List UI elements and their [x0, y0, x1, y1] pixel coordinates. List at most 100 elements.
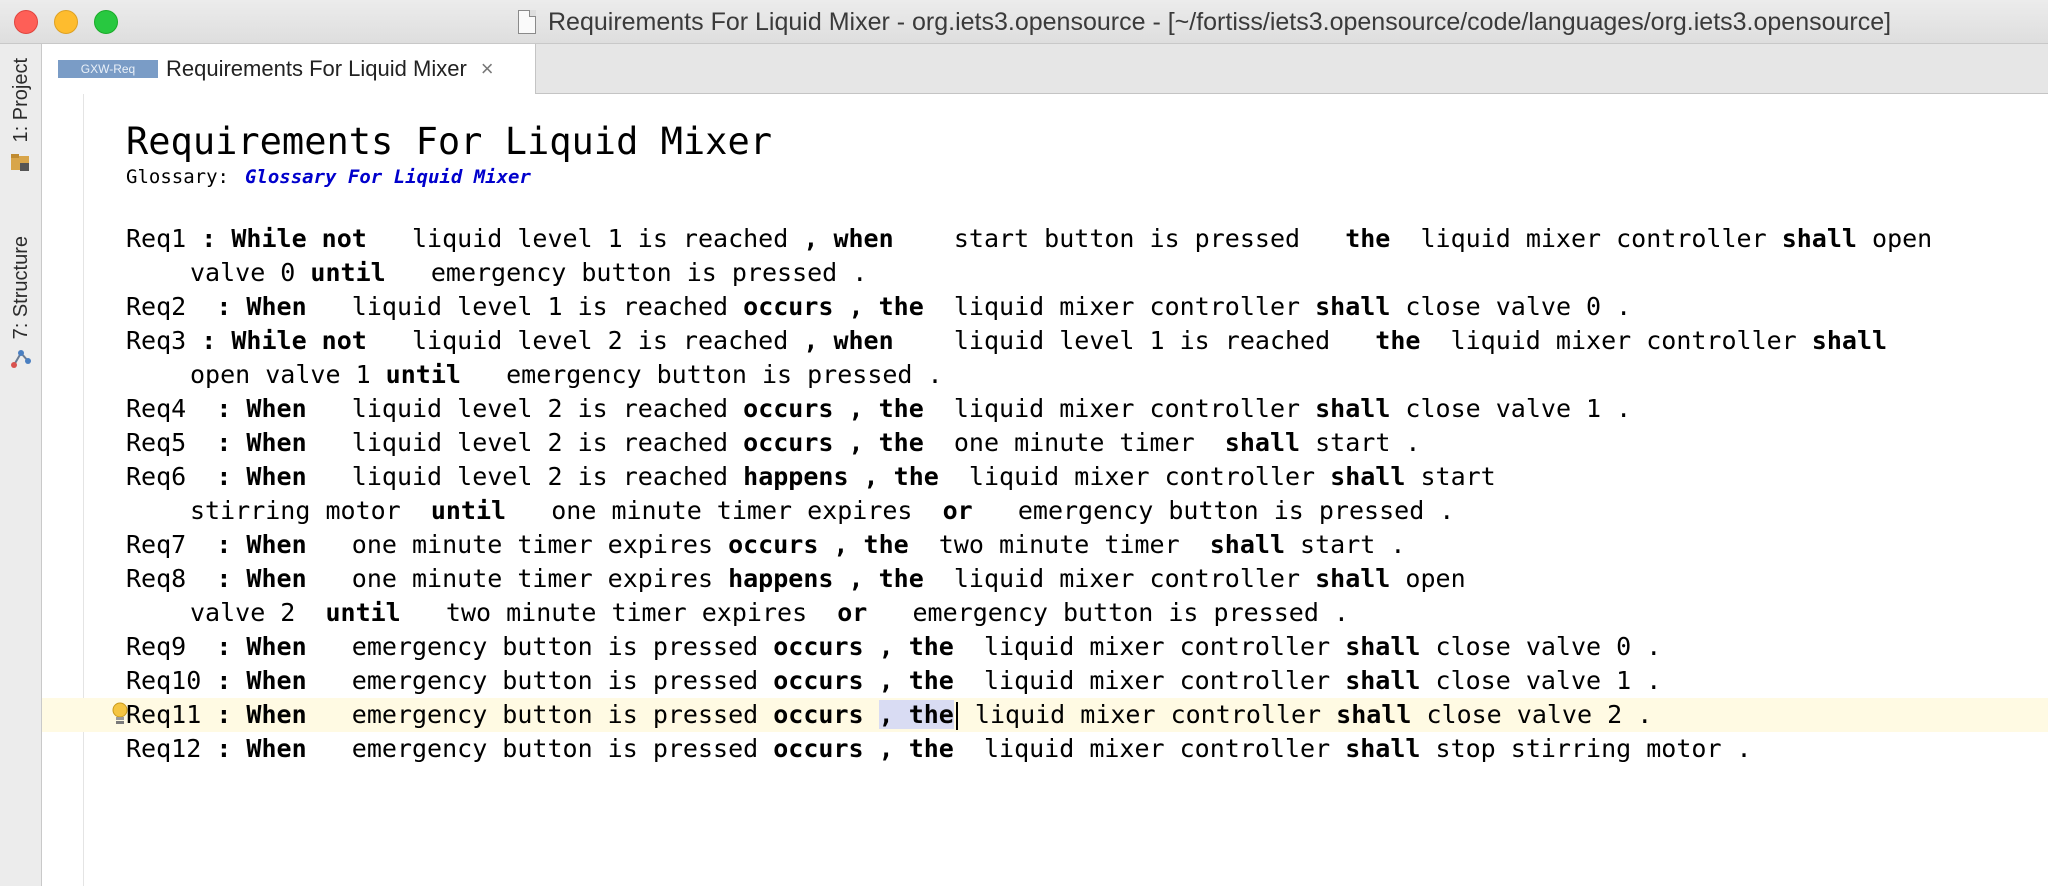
requirement-line[interactable]: Req3 : While not liquid level 2 is reach… — [42, 324, 2048, 358]
editor-area[interactable]: Requirements For Liquid Mixer Glossary: G… — [42, 94, 2048, 886]
keyword: shall — [1315, 292, 1391, 321]
condition-text[interactable]: emergency button is pressed . — [867, 598, 1349, 627]
editor-tab-requirements[interactable]: GXW-Req Requirements For Liquid Mixer × — [42, 44, 536, 94]
keyword: shall — [1209, 530, 1285, 559]
requirement-line[interactable]: Req4 : When liquid level 2 is reached oc… — [42, 392, 2048, 426]
action-text[interactable]: stirring motor — [190, 496, 431, 525]
action-text[interactable]: start . — [1285, 530, 1405, 559]
keyword: shall — [1345, 632, 1421, 661]
requirement-line[interactable]: Req6 : When liquid level 2 is reached ha… — [42, 460, 2048, 494]
keyword: When — [246, 734, 307, 763]
condition-text[interactable]: one minute timer expires — [506, 496, 943, 525]
requirement-continuation[interactable]: stirring motor until one minute timer ex… — [42, 494, 2048, 528]
system-name[interactable]: liquid mixer controller — [939, 462, 1330, 491]
condition-text[interactable]: emergency button is pressed . — [973, 496, 1455, 525]
system-name[interactable]: liquid mixer controller — [960, 700, 1336, 729]
project-tool-tab[interactable]: 1: Project — [2, 58, 40, 174]
condition-text[interactable]: emergency button is pressed — [307, 632, 774, 661]
keyword: shall — [1811, 326, 1888, 355]
action-text[interactable]: valve 0 — [190, 258, 310, 287]
action-text[interactable]: open — [1390, 564, 1465, 593]
condition-text[interactable]: liquid level 1 is reached — [894, 326, 1376, 355]
structure-tool-tab[interactable]: 7: Structure — [2, 236, 40, 371]
keyword: When — [246, 666, 307, 695]
system-name[interactable]: liquid mixer controller — [1420, 326, 1811, 355]
condition-text[interactable]: two minute timer expires — [401, 598, 838, 627]
keyword: until — [430, 496, 507, 525]
condition-text[interactable]: one minute timer expires — [307, 530, 728, 559]
requirement-line-current[interactable]: Req11 : When emergency button is pressed… — [42, 698, 2048, 732]
condition-text[interactable]: liquid level 2 is reached — [307, 462, 744, 491]
action-text[interactable]: start . — [1300, 428, 1420, 457]
requirement-continuation[interactable]: valve 0 until emergency button is presse… — [42, 256, 2048, 290]
requirement-line[interactable]: Req2 : When liquid level 1 is reached oc… — [42, 290, 2048, 324]
action-text[interactable]: close valve 1 . — [1390, 394, 1631, 423]
requirement-line[interactable]: Req12 : When emergency button is pressed… — [42, 732, 2048, 766]
keyword: , when — [803, 326, 894, 355]
glossary-link[interactable]: Glossary For Liquid Mixer — [245, 166, 531, 188]
action-text[interactable]: close valve 0 . — [1390, 292, 1631, 321]
condition-text[interactable]: emergency button is pressed — [307, 734, 774, 763]
keyword: When — [246, 462, 307, 491]
condition-text[interactable]: liquid level 2 is reached — [307, 428, 744, 457]
window-title-text: Requirements For Liquid Mixer - org.iets… — [548, 7, 1892, 36]
action-text[interactable]: start — [1405, 462, 1495, 491]
close-tab-icon[interactable]: × — [481, 56, 494, 82]
action-text[interactable]: stop stirring motor . — [1420, 734, 1752, 763]
keyword: or — [837, 598, 868, 627]
condition-text[interactable]: start button is pressed — [894, 224, 1346, 253]
system-name[interactable]: liquid mixer controller — [954, 632, 1345, 661]
requirement-line[interactable]: Req1 : While not liquid level 1 is reach… — [42, 222, 2048, 256]
condition-text[interactable]: emergency button is pressed — [307, 700, 774, 729]
requirement-line[interactable]: Req5 : When liquid level 2 is reached oc… — [42, 426, 2048, 460]
condition-text[interactable]: emergency button is pressed . — [386, 258, 868, 287]
requirement-line[interactable]: Req7 : When one minute timer expires occ… — [42, 528, 2048, 562]
keyword: When — [246, 292, 307, 321]
condition-text[interactable]: emergency button is pressed — [307, 666, 774, 695]
system-name[interactable]: two minute timer — [909, 530, 1210, 559]
document-icon — [518, 10, 536, 34]
keyword: occurs , the — [743, 428, 924, 457]
system-name[interactable]: liquid mixer controller — [954, 666, 1345, 695]
requirement-line[interactable]: Req10 : When emergency button is pressed… — [42, 664, 2048, 698]
system-name[interactable]: liquid mixer controller — [954, 734, 1345, 763]
keyword: shall — [1336, 700, 1412, 729]
editor-tab-bar: GXW-Req Requirements For Liquid Mixer × — [42, 44, 2048, 94]
condition-text[interactable]: emergency button is pressed . — [461, 360, 943, 389]
req-sep: : — [216, 632, 247, 661]
condition-text[interactable]: liquid level 2 is reached — [367, 326, 804, 355]
system-name[interactable]: liquid mixer controller — [1390, 224, 1781, 253]
req-id: Req11 — [126, 700, 217, 729]
action-text[interactable]: close valve 0 . — [1420, 632, 1662, 661]
requirement-line[interactable]: Req9 : When emergency button is pressed … — [42, 630, 2048, 664]
structure-icon — [11, 350, 31, 369]
action-text[interactable]: open — [1857, 224, 1932, 253]
glossary-label: Glossary: — [126, 166, 229, 188]
requirement-line[interactable]: Req8 : When one minute timer expires hap… — [42, 562, 2048, 596]
system-name[interactable]: liquid mixer controller — [924, 564, 1315, 593]
req-sep: : — [216, 700, 247, 729]
keyword: occurs , the — [773, 666, 954, 695]
glossary-reference: Glossary: Glossary For Liquid Mixer — [126, 166, 531, 188]
close-window-button[interactable] — [14, 10, 38, 34]
req-sep: : — [216, 428, 247, 457]
keyword: the — [1375, 326, 1421, 355]
condition-text[interactable]: liquid level 1 is reached — [367, 224, 804, 253]
system-name[interactable]: liquid mixer controller — [924, 292, 1315, 321]
selected-keyword[interactable]: , the — [878, 700, 954, 729]
requirement-continuation[interactable]: valve 2 until two minute timer expires o… — [42, 596, 2048, 630]
requirement-continuation[interactable]: open valve 1 until emergency button is p… — [42, 358, 2048, 392]
condition-text[interactable]: one minute timer expires — [307, 564, 728, 593]
req-id: Req1 — [126, 224, 202, 253]
condition-text[interactable]: liquid level 1 is reached — [307, 292, 744, 321]
minimize-window-button[interactable] — [54, 10, 78, 34]
action-text[interactable]: open valve 1 — [190, 360, 386, 389]
action-text[interactable]: close valve 2 . — [1411, 700, 1652, 729]
action-text[interactable]: valve 2 — [190, 598, 325, 627]
system-name[interactable]: one minute timer — [924, 428, 1225, 457]
maximize-window-button[interactable] — [94, 10, 118, 34]
system-name[interactable]: liquid mixer controller — [924, 394, 1315, 423]
tool-window-strip: 1: Project 7: Structure — [0, 44, 42, 886]
action-text[interactable]: close valve 1 . — [1420, 666, 1662, 695]
condition-text[interactable]: liquid level 2 is reached — [307, 394, 744, 423]
